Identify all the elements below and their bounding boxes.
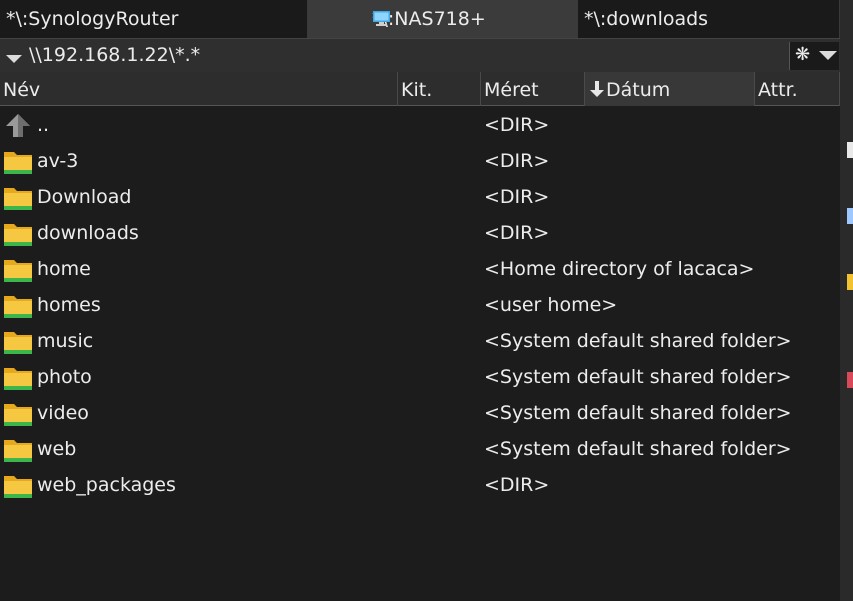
tab-label: *\:SynologyRouter — [6, 8, 179, 30]
tab-synology-router[interactable]: *\:SynologyRouter — [0, 0, 308, 38]
list-item[interactable]: Download <DIR> — [0, 180, 840, 216]
list-item[interactable]: web_packages <DIR> — [0, 468, 840, 504]
list-item[interactable]: home <Home directory of lacaca> — [0, 252, 840, 288]
file-size: <System default shared folder> — [484, 438, 792, 460]
column-size-label: Méret — [484, 79, 539, 101]
file-size: <System default shared folder> — [484, 366, 792, 388]
file-size: <DIR> — [484, 114, 550, 136]
list-item[interactable]: downloads <DIR> — [0, 216, 840, 252]
file-size: <DIR> — [484, 186, 550, 208]
tab-label: *\:downloads — [584, 8, 709, 30]
file-size: <Home directory of lacaca> — [484, 258, 755, 280]
column-header: Név Kit. Méret Dátum Attr. — [0, 72, 840, 106]
file-name: .. — [37, 114, 50, 136]
adjacent-file-icon — [847, 372, 853, 388]
folder-icon — [4, 440, 32, 462]
column-date-label: Dátum — [606, 79, 671, 101]
file-name: video — [37, 402, 89, 424]
column-attr-label: Attr. — [758, 79, 798, 101]
adjacent-pane-edge — [840, 0, 853, 601]
up-arrow-icon — [6, 114, 30, 137]
file-size: <DIR> — [484, 150, 550, 172]
column-name[interactable]: Név — [0, 72, 398, 106]
file-list: .. <DIR> av-3 <DIR> Download <DIR> downl… — [0, 108, 840, 601]
current-path[interactable]: \\192.168.1.22\*.* — [29, 44, 200, 66]
list-item[interactable]: web <System default shared folder> — [0, 432, 840, 468]
file-name: music — [37, 330, 94, 352]
file-name: web — [37, 438, 77, 460]
file-name: downloads — [37, 222, 139, 244]
file-size: <System default shared folder> — [484, 402, 792, 424]
path-bar: \\192.168.1.22\*.* ❋ — [0, 38, 840, 72]
file-size: <DIR> — [484, 222, 550, 244]
filter-button[interactable]: ❋ — [789, 42, 839, 70]
column-attr[interactable]: Attr. — [755, 72, 840, 106]
tab-nas718[interactable]: *\:NAS718+ — [308, 0, 578, 38]
file-size: <System default shared folder> — [484, 330, 792, 352]
list-item[interactable]: photo <System default shared folder> — [0, 360, 840, 396]
adjacent-folder-icon — [847, 274, 853, 290]
folder-icon — [4, 404, 32, 426]
folder-icon — [4, 476, 32, 498]
file-name: photo — [37, 366, 92, 388]
list-item[interactable]: av-3 <DIR> — [0, 144, 840, 180]
list-item[interactable]: .. <DIR> — [0, 108, 840, 144]
column-ext-label: Kit. — [401, 79, 433, 101]
chevron-down-icon — [819, 51, 837, 60]
adjacent-file-icon — [847, 142, 853, 158]
file-name: av-3 — [37, 150, 79, 172]
column-size[interactable]: Méret — [481, 72, 585, 106]
folder-icon — [4, 152, 32, 174]
file-name: Download — [37, 186, 132, 208]
file-name: homes — [37, 294, 101, 316]
list-item[interactable]: homes <user home> — [0, 288, 840, 324]
list-item[interactable]: music <System default shared folder> — [0, 324, 840, 360]
tab-bar: *\:SynologyRouter *\:NAS718+ *\:download… — [0, 0, 853, 38]
file-size: <DIR> — [484, 474, 550, 496]
sort-descending-icon — [590, 81, 604, 97]
folder-icon — [4, 188, 32, 210]
column-name-label: Név — [3, 79, 41, 101]
folder-icon — [4, 296, 32, 318]
file-name: web_packages — [37, 474, 176, 496]
path-history-dropdown-icon[interactable] — [6, 55, 22, 63]
file-size: <user home> — [484, 294, 618, 316]
filter-star-icon: ❋ — [795, 44, 811, 65]
folder-icon — [4, 260, 32, 282]
folder-icon — [4, 332, 32, 354]
adjacent-file-icon — [847, 208, 853, 224]
tab-downloads[interactable]: *\:downloads — [578, 0, 840, 38]
folder-icon — [4, 224, 32, 246]
file-name: home — [37, 258, 91, 280]
monitor-icon — [373, 11, 390, 26]
list-item[interactable]: video <System default shared folder> — [0, 396, 840, 432]
folder-icon — [4, 368, 32, 390]
column-date[interactable]: Dátum — [585, 72, 755, 106]
column-ext[interactable]: Kit. — [398, 72, 481, 106]
